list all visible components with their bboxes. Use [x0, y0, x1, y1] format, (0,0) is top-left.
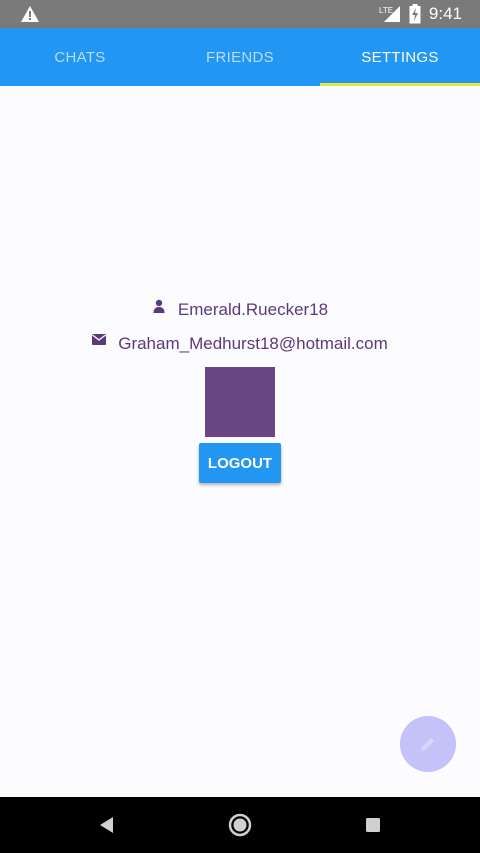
tab-chats[interactable]: CHATS	[0, 28, 160, 86]
username-row: Emerald.Ruecker18	[0, 299, 480, 320]
settings-content: Emerald.Ruecker18 Graham_Medhurst18@hotm…	[0, 86, 480, 797]
avatar	[205, 367, 275, 437]
network-type-label: LTE	[379, 6, 393, 15]
email-text: Graham_Medhurst18@hotmail.com	[118, 334, 388, 353]
back-button[interactable]	[93, 811, 121, 839]
envelope-icon	[92, 334, 107, 345]
email-row: Graham_Medhurst18@hotmail.com	[0, 334, 480, 354]
warning-icon	[21, 6, 39, 22]
status-indicators: LTE 9:41	[379, 0, 462, 28]
battery-charging-icon	[409, 4, 421, 24]
tab-friends[interactable]: FRIENDS	[160, 28, 320, 86]
username-text: Emerald.Ruecker18	[177, 300, 329, 319]
tab-bar: CHATS FRIENDS SETTINGS	[0, 28, 480, 86]
recents-button[interactable]	[359, 811, 387, 839]
recents-icon	[366, 818, 380, 832]
status-time: 9:41	[428, 4, 462, 23]
pencil-icon	[421, 738, 434, 751]
compose-fab[interactable]	[400, 716, 456, 772]
home-icon	[228, 813, 252, 837]
person-icon	[153, 299, 165, 313]
back-icon	[100, 817, 113, 833]
signal-icon: LTE	[379, 6, 400, 22]
home-button[interactable]	[226, 811, 254, 839]
logout-button[interactable]: LOGOUT	[199, 443, 281, 483]
system-nav-bar	[0, 797, 480, 853]
status-bar: LTE 9:41	[0, 0, 480, 28]
tab-settings[interactable]: SETTINGS	[320, 28, 480, 86]
